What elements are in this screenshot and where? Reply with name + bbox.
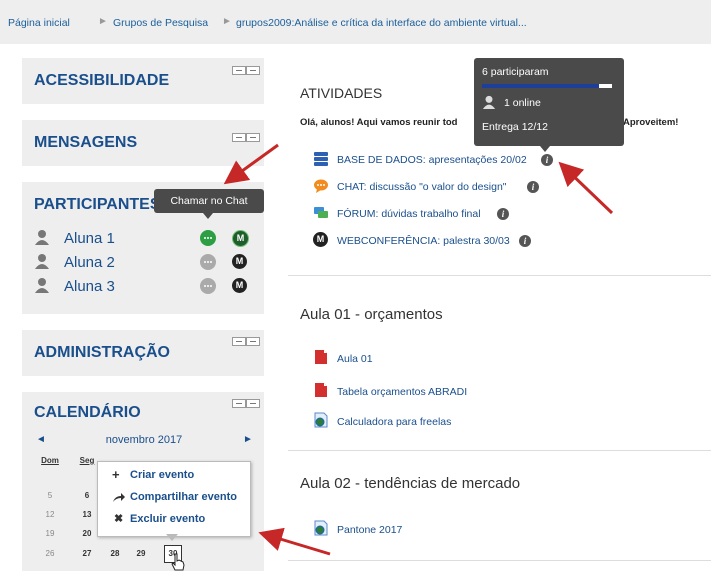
chat-icon[interactable] [200, 254, 216, 270]
user-icon [482, 95, 496, 109]
resource-item[interactable]: Calculadora para freelas [313, 412, 533, 430]
share-icon [113, 493, 125, 502]
webconference-icon[interactable]: M [232, 278, 247, 293]
breadcrumb-home[interactable]: Página inicial [8, 17, 70, 29]
block-move-icon[interactable] [232, 399, 246, 408]
participant-row[interactable]: Aluna 2 M [34, 253, 264, 275]
section-divider [288, 275, 711, 276]
calendar-day[interactable]: 29 [130, 549, 152, 558]
calendar-day[interactable]: 19 [39, 529, 61, 538]
resource-item[interactable]: Tabela orçamentos ABRADI [313, 382, 533, 400]
section-title: Aula 02 - tendências de mercado [300, 475, 521, 492]
participant-row[interactable]: Aluna 1 M [34, 229, 264, 251]
participant-name: Aluna 3 [64, 278, 115, 295]
create-event-menu-item[interactable]: + Criar evento [112, 467, 242, 485]
close-icon: ✖ [114, 513, 124, 525]
resource-item[interactable]: Pantone 2017 [313, 520, 533, 538]
block-move-icon[interactable] [232, 337, 246, 346]
chat-bubble-icon [314, 179, 328, 193]
info-icon[interactable]: i [527, 181, 539, 193]
user-icon [35, 278, 49, 293]
block-collapse-icon[interactable] [246, 66, 260, 75]
calendar-day[interactable]: 28 [104, 549, 126, 558]
plus-icon: + [112, 467, 120, 482]
participant-row[interactable]: Aluna 3 M [34, 277, 264, 299]
info-icon[interactable]: i [497, 208, 509, 220]
participant-name: Aluna 2 [64, 254, 115, 271]
web-link-icon [314, 520, 328, 536]
calendar-day[interactable]: 5 [39, 491, 61, 500]
info-icon[interactable]: i [519, 235, 531, 247]
weekday-header: Seg [79, 456, 95, 465]
web-link-icon [314, 412, 328, 428]
administration-title[interactable]: ADMINISTRAÇÃO [34, 344, 170, 362]
share-event-menu-item[interactable]: Compartilhar evento [112, 489, 242, 507]
activities-intro-text-end: Aproveitem! [623, 117, 679, 128]
block-move-icon[interactable] [232, 66, 246, 75]
messages-title[interactable]: MENSAGENS [34, 134, 137, 152]
webconference-icon[interactable]: M [232, 230, 249, 247]
accessibility-title[interactable]: ACESSIBILIDADE [34, 72, 169, 90]
pdf-icon [315, 383, 327, 397]
calendar-day[interactable]: 26 [39, 549, 61, 558]
calendar-month-label[interactable]: novembro 2017 [102, 434, 186, 446]
activities-title: ATIVIDADES [300, 85, 383, 101]
user-icon [35, 254, 49, 269]
calendar-next-button[interactable]: ► [243, 434, 253, 445]
database-icon [314, 152, 328, 166]
activities-intro-text: Olá, alunos! Aqui vamos reunir tod [300, 117, 458, 128]
user-icon [35, 230, 49, 245]
block-collapse-icon[interactable] [246, 399, 260, 408]
section-divider [288, 450, 711, 451]
breadcrumb-current-group[interactable]: grupos2009:Análise e crítica da interfac… [236, 17, 527, 29]
participated-count: 6 participaram [482, 66, 549, 78]
section-divider [288, 560, 711, 561]
delete-event-menu-item[interactable]: ✖ Excluir evento [112, 511, 242, 529]
calendar-title[interactable]: CALENDÁRIO [34, 404, 141, 422]
online-count: 1 online [504, 97, 541, 109]
hand-cursor-icon [171, 553, 185, 571]
block-collapse-icon[interactable] [246, 337, 260, 346]
calendar-day[interactable]: 27 [76, 549, 98, 558]
forum-icon [314, 207, 328, 218]
due-date: Entrega 12/12 [482, 121, 548, 133]
annotation-arrow-info [558, 161, 614, 215]
calendar-day[interactable]: 6 [76, 491, 98, 500]
tooltip-pointer [203, 213, 213, 219]
activity-item-chat[interactable]: CHAT: discussão "o valor do design" [313, 178, 563, 196]
activity-item-database[interactable]: BASE DE DADOS: apresentações 20/02 [313, 151, 563, 169]
breadcrumb-separator: ► [222, 16, 232, 27]
block-collapse-icon[interactable] [246, 133, 260, 142]
breadcrumb-research-groups[interactable]: Grupos de Pesquisa [113, 17, 208, 29]
webconference-icon[interactable]: M [232, 254, 247, 269]
breadcrumb-separator: ► [98, 16, 108, 27]
calendar-prev-button[interactable]: ◄ [36, 434, 46, 445]
participants-title[interactable]: PARTICIPANTES [34, 196, 161, 214]
chat-tooltip-text: Chamar no Chat [170, 195, 248, 207]
section-title: Aula 01 - orçamentos [300, 306, 443, 323]
calendar-day[interactable]: 13 [76, 510, 98, 519]
calendar-day[interactable]: 12 [39, 510, 61, 519]
block-move-icon[interactable] [232, 133, 246, 142]
activity-item-forum[interactable]: FÓRUM: dúvidas trabalho final [313, 205, 563, 223]
info-icon[interactable]: i [541, 154, 553, 166]
participant-name: Aluna 1 [64, 230, 115, 247]
weekday-header: Dom [41, 456, 59, 465]
chat-icon[interactable] [200, 278, 216, 294]
pdf-icon [315, 350, 327, 364]
progress-fill [482, 84, 599, 88]
menu-pointer [166, 534, 178, 541]
resource-item[interactable]: Aula 01 [313, 349, 533, 367]
calendar-day[interactable]: 20 [76, 529, 98, 538]
chat-icon[interactable] [200, 230, 216, 246]
webconference-icon: M [313, 232, 328, 247]
